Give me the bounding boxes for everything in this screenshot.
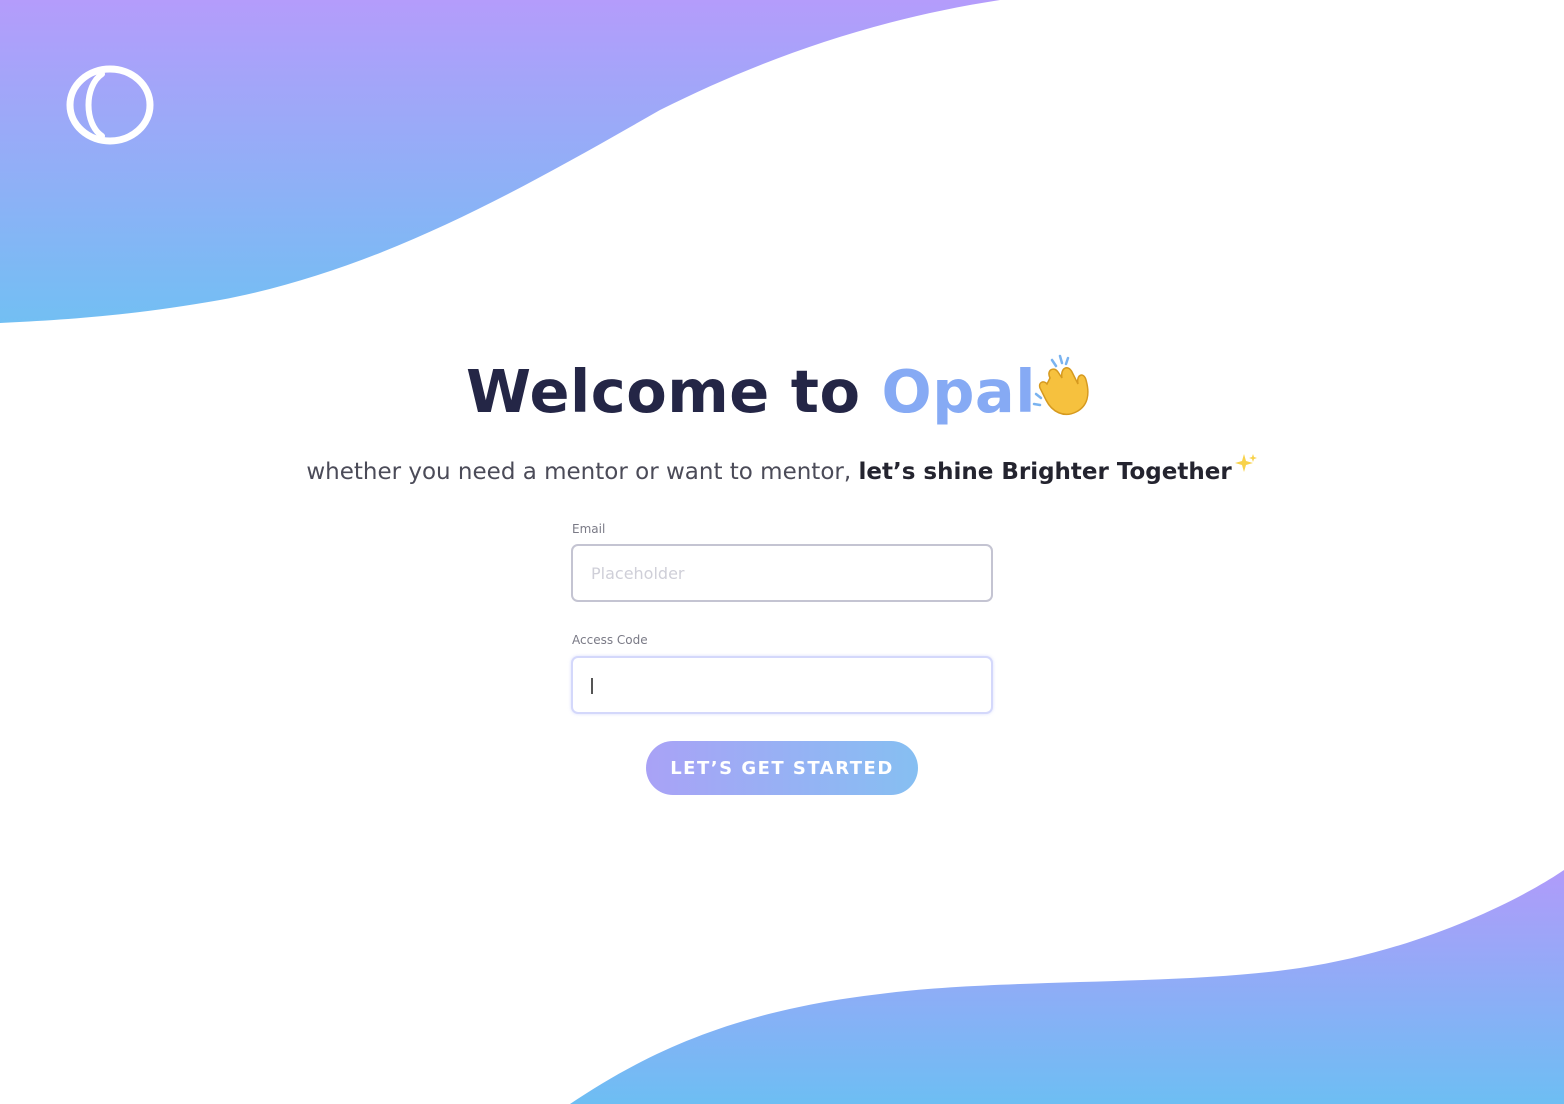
login-page: Welcome to Opal whether you need a mento… [0,0,1564,1104]
subtitle-bold: let’s shine Brighter Together [858,459,1232,485]
top-wave [0,0,1000,323]
welcome-heading: Welcome to Opal [0,352,1564,426]
email-input[interactable] [591,546,971,600]
waving-hand-icon [1032,354,1089,416]
opal-ring-logo-icon [66,65,154,145]
welcome-prefix: Welcome to [466,357,882,426]
access-code-field-container [571,656,993,714]
access-code-label: Access Code [572,633,648,647]
subtitle: whether you need a mentor or want to men… [0,452,1564,485]
subtitle-regular: whether you need a mentor or want to men… [306,459,859,485]
email-label: Email [572,522,606,536]
bottom-wave [570,870,1564,1104]
brand-name: Opal [881,357,1036,426]
email-field-container [571,544,993,602]
sparkles-icon [1234,454,1257,472]
access-code-input[interactable] [591,658,971,712]
get-started-button[interactable]: LET’S GET STARTED [646,741,918,795]
text-cursor [591,678,593,694]
